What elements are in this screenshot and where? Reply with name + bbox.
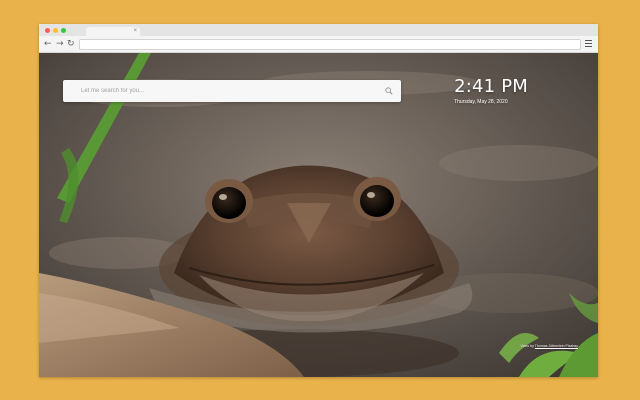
clock-widget: 2:41 PM Thursday, May 28, 2020 <box>454 77 528 106</box>
minimize-window-button[interactable] <box>53 28 58 33</box>
window-controls <box>45 28 66 33</box>
search-icon[interactable] <box>385 87 393 95</box>
credit-author-link[interactable]: Thomas Jöttnerlein Pixabay <box>535 344 578 348</box>
hamburger-menu-icon[interactable] <box>585 40 592 47</box>
photo-credit: Video by Thomas Jöttnerlein Pixabay <box>520 344 578 348</box>
browser-toolbar: ← → ↻ <box>39 36 598 53</box>
tab-close-icon[interactable]: × <box>133 27 137 36</box>
reload-icon[interactable]: ↻ <box>67 38 75 50</box>
address-bar[interactable] <box>79 39 581 50</box>
back-arrow-icon[interactable]: ← <box>44 38 52 50</box>
forward-arrow-icon[interactable]: → <box>56 38 64 50</box>
search-input[interactable] <box>81 80 371 102</box>
clock-date: Thursday, May 28, 2020 <box>454 99 508 105</box>
new-tab-page: 2:41 PM Thursday, May 28, 2020 Video by … <box>39 53 598 377</box>
browser-window: × ← → ↻ Let me search for you... 2:41 PM… <box>39 24 598 377</box>
tab-new-tab[interactable]: × <box>86 27 140 36</box>
clock-time: 2:41 PM <box>454 76 528 97</box>
tab-strip: × <box>39 24 598 36</box>
search-box <box>63 80 401 102</box>
maximize-window-button[interactable] <box>61 28 66 33</box>
credit-prefix: Video by <box>520 344 535 348</box>
close-window-button[interactable] <box>45 28 50 33</box>
